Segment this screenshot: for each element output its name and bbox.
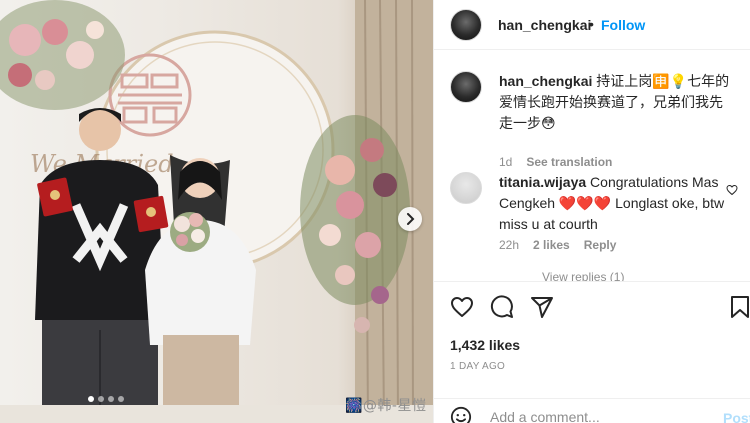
action-bar <box>434 281 750 331</box>
comment-time: 22h <box>499 238 520 252</box>
post-comment-button[interactable]: Post <box>723 410 750 423</box>
comment-input[interactable] <box>490 409 700 423</box>
author-username[interactable]: han_chengkai <box>498 17 591 33</box>
author-avatar[interactable] <box>450 9 482 41</box>
smiley-icon[interactable] <box>450 406 472 423</box>
post-photo[interactable]: We Married <box>0 0 433 423</box>
caption-meta: 1d See translation <box>499 155 612 169</box>
see-translation-button[interactable]: See translation <box>526 155 612 169</box>
comment-meta: 22h 2 likes Reply <box>499 238 616 252</box>
bookmark-icon[interactable] <box>730 295 750 319</box>
comment-icon[interactable] <box>490 295 514 319</box>
comments-list[interactable]: han_chengkai 持证上岗🈸💡七年的爱情长跑开始换赛道了，兄弟们我先走一… <box>434 51 750 281</box>
caption-username[interactable]: han_chengkai <box>499 73 592 89</box>
likes-count[interactable]: 1,432 likes <box>450 337 520 353</box>
carousel-next-button[interactable] <box>398 207 422 231</box>
caption-body: han_chengkai 持证上岗🈸💡七年的爱情长跑开始换赛道了，兄弟们我先走一… <box>499 71 734 134</box>
photo-watermark: 🎆@韩-星愷 <box>345 398 427 414</box>
carousel-indicator <box>88 396 124 402</box>
chevron-right-icon <box>407 213 415 225</box>
add-comment-bar: Post <box>434 398 750 423</box>
carousel-dot <box>108 396 114 402</box>
view-replies-link[interactable]: View replies (1) <box>542 270 624 281</box>
post-date: 1 DAY AGO <box>450 361 506 372</box>
flower-cluster-left <box>0 0 125 110</box>
carousel-dot <box>98 396 104 402</box>
post-header: han_chengkai • Follow <box>434 0 750 50</box>
caption-avatar[interactable] <box>450 71 482 103</box>
comment-body: titania.wijaya Congratulations Mas Cengk… <box>499 172 734 235</box>
wedding-scene: We Married <box>0 0 433 423</box>
post-details-panel: han_chengkai • Follow han_chengkai 持证上岗🈸… <box>433 0 750 423</box>
comment-likes[interactable]: 2 likes <box>533 238 570 252</box>
reply-button[interactable]: Reply <box>584 238 617 252</box>
heart-icon[interactable] <box>450 295 474 319</box>
header-separator: • <box>589 16 594 32</box>
comment-like-heart-icon[interactable] <box>726 184 738 196</box>
carousel-dot <box>88 396 94 402</box>
comment-username[interactable]: titania.wijaya <box>499 174 586 190</box>
carousel-dot <box>118 396 124 402</box>
caption-time: 1d <box>499 155 513 169</box>
follow-button[interactable]: Follow <box>601 17 645 33</box>
send-icon[interactable] <box>530 295 554 319</box>
commenter-avatar[interactable] <box>450 172 482 204</box>
